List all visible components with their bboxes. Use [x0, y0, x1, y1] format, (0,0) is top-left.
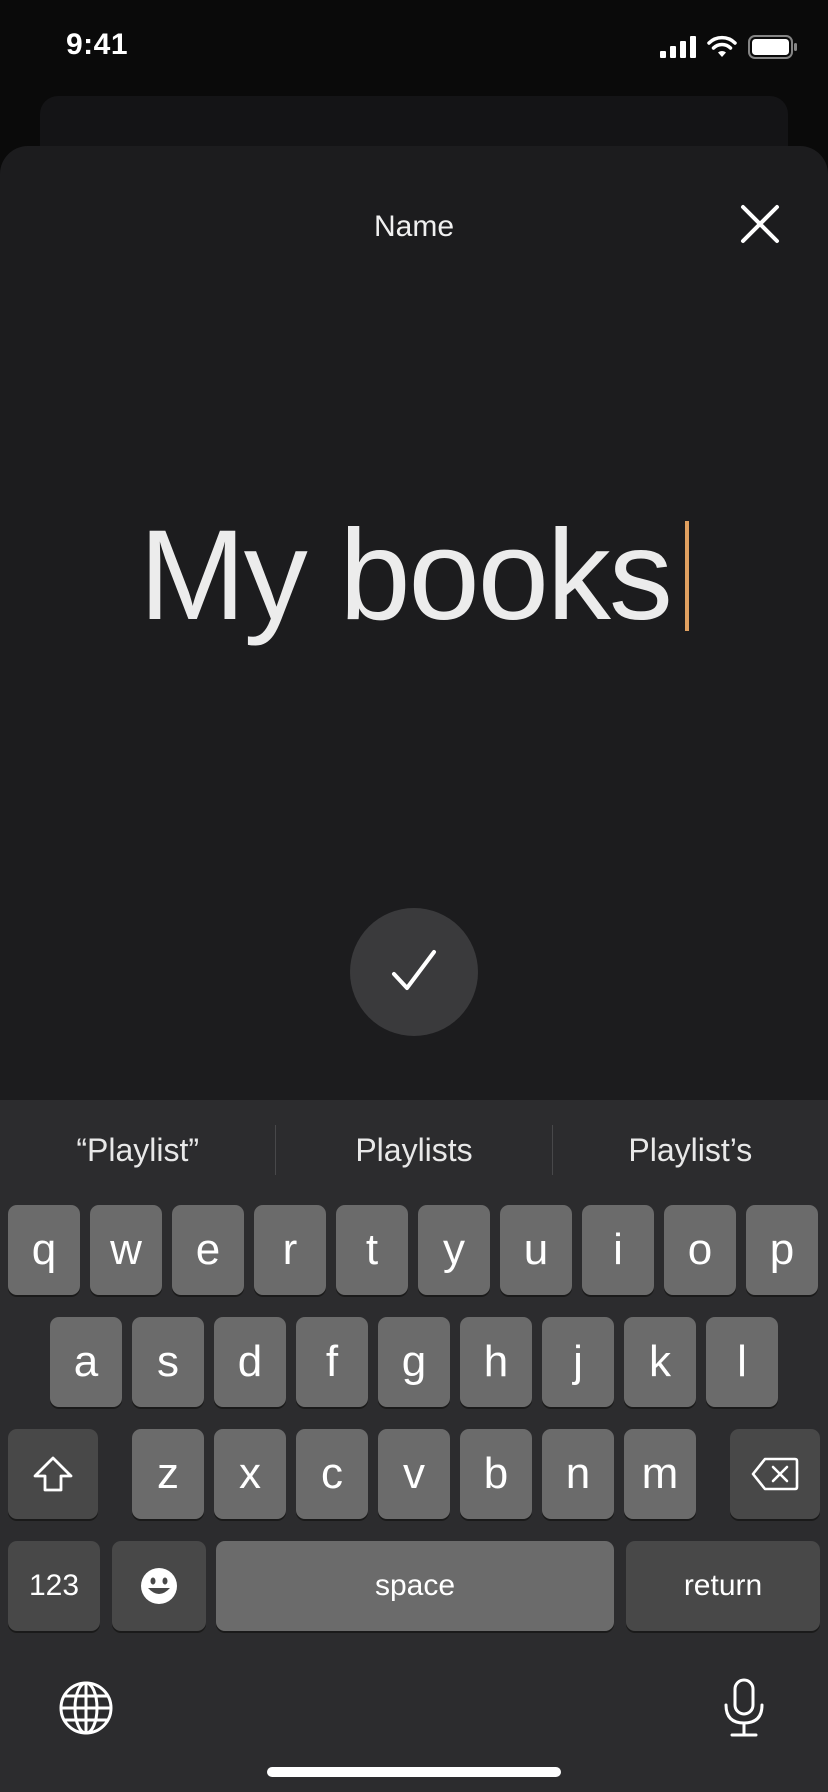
key-letter[interactable]: h: [460, 1317, 532, 1407]
key-letter[interactable]: f: [296, 1317, 368, 1407]
key-letter[interactable]: a: [50, 1317, 122, 1407]
name-input-wrapper[interactable]: My books: [0, 506, 828, 646]
status-icons: [660, 32, 798, 62]
key-letter[interactable]: v: [378, 1429, 450, 1519]
key-letter[interactable]: p: [746, 1205, 818, 1295]
key-letter[interactable]: u: [500, 1205, 572, 1295]
dictation-button[interactable]: [722, 1678, 766, 1743]
key-letter[interactable]: q: [8, 1205, 80, 1295]
battery-icon: [748, 35, 797, 59]
emoji-icon: [141, 1568, 177, 1604]
name-sheet: Name My books: [0, 146, 828, 1106]
key-letter[interactable]: x: [214, 1429, 286, 1519]
key-letter[interactable]: t: [336, 1205, 408, 1295]
key-letter[interactable]: r: [254, 1205, 326, 1295]
text-caret: [684, 521, 689, 631]
space-key[interactable]: space: [216, 1541, 614, 1631]
key-letter[interactable]: i: [582, 1205, 654, 1295]
keyboard: “Playlist” Playlists Playlist’s q w e r …: [0, 1100, 828, 1792]
key-letter[interactable]: n: [542, 1429, 614, 1519]
key-letter[interactable]: c: [296, 1429, 368, 1519]
key-letter[interactable]: b: [460, 1429, 532, 1519]
key-letter[interactable]: k: [624, 1317, 696, 1407]
confirm-button[interactable]: [350, 908, 478, 1036]
key-letter[interactable]: d: [214, 1317, 286, 1407]
key-letter[interactable]: l: [706, 1317, 778, 1407]
wifi-icon: [707, 35, 737, 57]
microphone-icon: [724, 1678, 764, 1737]
suggestion-item[interactable]: Playlist’s: [553, 1132, 828, 1169]
numbers-key[interactable]: 123: [8, 1541, 100, 1631]
status-time: 9:41: [66, 28, 129, 61]
cellular-signal-icon: [660, 36, 696, 58]
delete-key[interactable]: [730, 1429, 820, 1519]
key-letter[interactable]: y: [418, 1205, 490, 1295]
key-letter[interactable]: g: [378, 1317, 450, 1407]
checkmark-icon: [392, 950, 436, 990]
globe-button[interactable]: [58, 1680, 114, 1741]
key-letter[interactable]: e: [172, 1205, 244, 1295]
backspace-icon: [751, 1457, 799, 1491]
return-key[interactable]: return: [626, 1541, 820, 1631]
key-letter[interactable]: z: [132, 1429, 204, 1519]
suggestion-bar: “Playlist” Playlists Playlist’s: [0, 1100, 828, 1200]
sheet-title: Name: [373, 210, 455, 243]
key-letter[interactable]: w: [90, 1205, 162, 1295]
emoji-key[interactable]: [112, 1541, 206, 1631]
globe-icon: [59, 1681, 113, 1735]
suggestion-item[interactable]: Playlists: [276, 1132, 551, 1169]
key-letter[interactable]: s: [132, 1317, 204, 1407]
key-letter[interactable]: j: [542, 1317, 614, 1407]
shift-key[interactable]: [8, 1429, 98, 1519]
home-indicator[interactable]: [267, 1767, 561, 1777]
key-letter[interactable]: m: [624, 1429, 696, 1519]
suggestion-item[interactable]: “Playlist”: [0, 1132, 275, 1169]
shift-icon: [33, 1456, 73, 1492]
name-input[interactable]: My books: [139, 506, 673, 646]
close-button[interactable]: [732, 196, 788, 252]
status-bar: 9:41: [0, 0, 828, 92]
key-letter[interactable]: o: [664, 1205, 736, 1295]
close-icon: [741, 205, 779, 243]
